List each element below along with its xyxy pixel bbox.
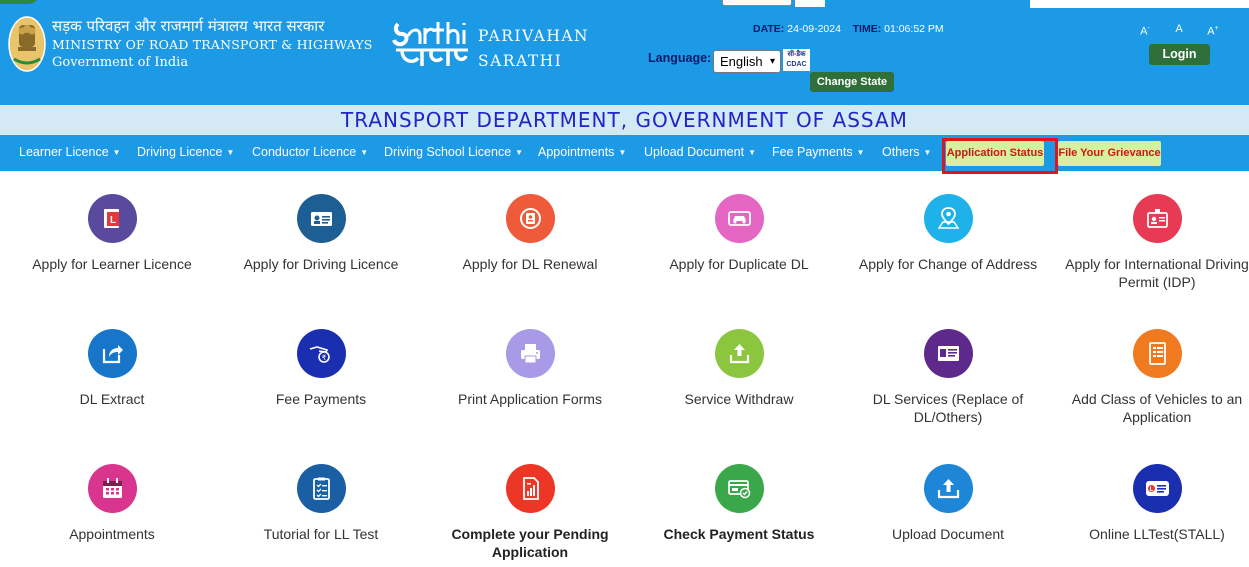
idp-icon	[1133, 194, 1182, 243]
add-class-icon	[1133, 329, 1182, 378]
chevron-down-icon: ▼	[112, 148, 121, 157]
chevron-down-icon: ▾	[769, 56, 775, 67]
tile-label: Apply for Driving Licence	[243, 256, 399, 272]
font-normal-button[interactable]: A	[1167, 20, 1191, 38]
chevron-down-icon: ▼	[923, 148, 932, 157]
cdac-logo: सी-डैक CDAC	[783, 49, 810, 71]
parivahan-sarathi-text: PARIVAHAN SARATHI	[478, 24, 589, 74]
dl-services-icon	[924, 329, 973, 378]
pending-application-icon	[506, 464, 555, 513]
chevron-down-icon: ▼	[856, 148, 865, 157]
tile-label: Upload Document	[891, 526, 1005, 542]
tile-label: Apply for Learner Licence	[32, 256, 192, 272]
ministry-hindi: सड़क परिवहन और राजमार्ग मंत्रालय भारत सर…	[52, 17, 325, 35]
tile-label: Fee Payments	[275, 391, 367, 407]
date-time: DATE: 24-09-2024 TIME: 01:06:52 PM	[753, 23, 944, 35]
language-selected: English	[720, 54, 763, 69]
tile-label: Service Withdraw	[684, 391, 794, 407]
tile-label: Tutorial for LL Test	[263, 526, 379, 542]
learner-licence-icon: L	[88, 194, 137, 243]
time-value: 01:06:52 PM	[884, 23, 944, 35]
service-withdraw-icon	[715, 329, 764, 378]
print-icon	[506, 329, 555, 378]
chevron-down-icon: ▼	[360, 148, 369, 157]
date-label: DATE:	[753, 23, 785, 35]
government-of-india: Government of India	[52, 55, 189, 70]
tile-label: Apply for International Driving Permit (…	[1065, 256, 1249, 290]
nav-driving-school-licence[interactable]: Driving School Licence ▼	[384, 135, 523, 171]
cdac-hindi: सी-डैक	[787, 51, 806, 58]
language-select[interactable]: English ▾	[713, 50, 781, 73]
svg-text:₹: ₹	[322, 354, 327, 362]
tile-label: Online LLTest(STALL)	[1089, 526, 1225, 542]
tile-label: Check Payment Status	[663, 526, 815, 542]
grievance-button[interactable]: File Your Grievance	[1058, 141, 1161, 166]
tile-label: Print Application Forms	[458, 391, 602, 407]
tile-label: DL Services (Replace of DL/Others)	[872, 391, 1024, 425]
sarathi-logo-icon	[392, 22, 468, 66]
parivahan-label: PARIVAHAN	[478, 27, 590, 45]
nav-conductor-licence[interactable]: Conductor Licence ▼	[252, 135, 368, 171]
nav-upload-document[interactable]: Upload Document ▼	[644, 135, 756, 171]
chevron-down-icon: ▼	[226, 148, 235, 157]
cdac-text: CDAC	[786, 61, 807, 68]
fee-payment-icon: ₹	[297, 329, 346, 378]
language-label: Language:	[648, 51, 712, 65]
svg-text:L: L	[110, 215, 116, 226]
upload-document-icon	[924, 464, 973, 513]
tutorial-icon	[297, 464, 346, 513]
date-value: 24-09-2024	[787, 23, 841, 35]
tile-label: Apply for Duplicate DL	[669, 256, 809, 272]
nav-appointments[interactable]: Appointments ▼	[538, 135, 626, 171]
font-decrease-button[interactable]: A-	[1133, 20, 1157, 38]
change-state-button[interactable]: Change State	[810, 72, 894, 92]
tile-label: Add Class of Vehicles to an Application	[1071, 391, 1243, 425]
department-banner: TRANSPORT DEPARTMENT, GOVERNMENT OF ASSA…	[0, 105, 1249, 135]
national-emblem-icon	[8, 16, 46, 72]
change-address-icon	[924, 194, 973, 243]
time-label: TIME:	[852, 23, 882, 35]
tile-label: Appointments	[69, 526, 155, 542]
chevron-down-icon: ▼	[748, 148, 756, 157]
nav-others[interactable]: Others ▼	[882, 135, 931, 171]
dl-extract-icon	[88, 329, 137, 378]
payment-status-icon	[715, 464, 764, 513]
nav-fee-payments[interactable]: Fee Payments ▼	[772, 135, 865, 171]
appointments-icon	[88, 464, 137, 513]
chevron-down-icon: ▼	[515, 148, 524, 157]
dl-renewal-icon	[506, 194, 555, 243]
department-title: TRANSPORT DEPARTMENT, GOVERNMENT OF ASSA…	[341, 108, 908, 132]
site-header: सड़क परिवहन और राजमार्ग मंत्रालय भारत सर…	[0, 0, 1249, 105]
ministry-english: MINISTRY OF ROAD TRANSPORT & HIGHWAYS	[52, 37, 373, 52]
nav-learner-licence[interactable]: Learner Licence ▼	[19, 135, 121, 171]
svg-text:L: L	[1150, 487, 1154, 493]
chevron-down-icon: ▼	[618, 148, 627, 157]
tile-label: Complete your Pending Application	[451, 526, 609, 560]
duplicate-dl-icon	[715, 194, 764, 243]
driving-licence-icon	[297, 194, 346, 243]
login-button[interactable]: Login	[1149, 44, 1210, 65]
sarathi-label: SARATHI	[478, 52, 563, 70]
online-lltest-icon: L	[1133, 464, 1182, 513]
application-status-highlight	[942, 138, 1058, 174]
tile-label: DL Extract	[79, 391, 145, 407]
tile-label: Apply for DL Renewal	[462, 256, 598, 272]
ministry-block: सड़क परिवहन और राजमार्ग मंत्रालय भारत सर…	[52, 16, 373, 72]
tile-label: Apply for Change of Address	[858, 256, 1038, 272]
nav-driving-licence[interactable]: Driving Licence ▼	[137, 135, 234, 171]
font-increase-button[interactable]: A+	[1201, 20, 1225, 38]
scrolled-header-remnant	[0, 0, 1249, 10]
